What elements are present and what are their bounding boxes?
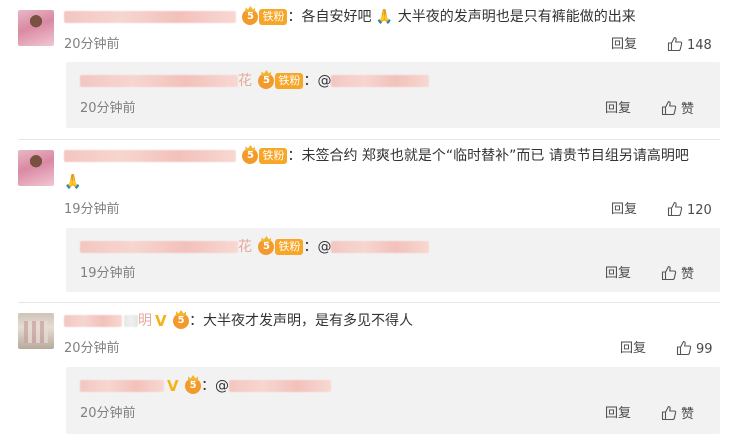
reply-text-line: 花 铁粉：@ (80, 237, 430, 257)
comment-time: 20分钟前 (64, 37, 120, 52)
crown-badge-icon (258, 239, 275, 255)
reply-text: ：@ (201, 378, 230, 394)
crown-badge-icon (185, 378, 202, 394)
comment-emoji-line: 🙏 (64, 172, 81, 192)
comment-text-line: 明V ：大半夜才发声明，是有多见不得人 (64, 311, 413, 331)
comment-text: ：未签合约 郑爽也就是个“临时替补”而已 请贵节目组另请高明吧 (287, 148, 689, 164)
reply-time: 20分钟前 (80, 101, 136, 116)
praying-hands-emoji: 🙏 (375, 9, 394, 25)
reply-time: 20分钟前 (80, 406, 136, 421)
like-button[interactable]: 赞 (661, 265, 694, 284)
reply-username-tail: 花 (238, 239, 252, 255)
crown-badge-icon (242, 9, 259, 25)
username-blurred[interactable] (64, 11, 236, 23)
fan-badge: 铁粉 (275, 73, 304, 89)
fan-badge: 铁粉 (275, 239, 304, 255)
crown-badge-icon (258, 73, 275, 89)
crown-badge-icon (242, 148, 259, 164)
verified-v-icon: V (167, 377, 179, 395)
like-count: 148 (687, 38, 712, 53)
username-tail: 明 (138, 313, 152, 329)
reply-username-blurred[interactable] (80, 75, 238, 87)
like-button[interactable]: 99 (676, 340, 713, 359)
reply-text: ：@ (303, 239, 332, 255)
comment-text-line: 铁粉：未签合约 郑爽也就是个“临时替补”而已 请贵节目组另请高明吧 (64, 146, 689, 166)
mention-blurred[interactable] (229, 380, 332, 392)
comment-time: 20分钟前 (64, 341, 120, 356)
reply-button[interactable]: 回复 (605, 100, 631, 118)
comment-text-continued: 大半夜的发声明也是只有裤能做的出来 (393, 9, 636, 25)
comment-item: 明V ：大半夜才发声明，是有多见不得人 20分钟前 回复 99 V ：@ 20分… (0, 303, 731, 444)
comment-text: ：大半夜才发声明，是有多见不得人 (189, 313, 414, 329)
username-blurred[interactable] (64, 315, 122, 327)
like-button[interactable]: 120 (667, 201, 712, 220)
reply-text-line: V ：@ (80, 376, 332, 396)
reply-text-line: 花 铁粉：@ (80, 71, 430, 91)
praying-hands-emoji: 🙏 (64, 174, 82, 190)
avatar[interactable] (18, 313, 54, 349)
fan-badge: 铁粉 (259, 9, 288, 25)
comment-item: 铁粉：各自安好吧 🙏 大半夜的发声明也是只有裤能做的出来 20分钟前 回复 14… (0, 0, 731, 130)
like-label: 赞 (681, 102, 695, 117)
verified-v-icon: V (155, 312, 167, 330)
like-button[interactable]: 赞 (661, 100, 694, 119)
reply-box: 花 铁粉：@ 19分钟前 回复 赞 (66, 228, 720, 292)
reply-box: 花 铁粉：@ 20分钟前 回复 赞 (66, 62, 720, 128)
reply-button[interactable]: 回复 (620, 340, 646, 358)
like-button[interactable]: 赞 (661, 405, 694, 424)
thumbs-up-icon (676, 340, 692, 356)
avatar[interactable] (18, 10, 54, 46)
like-button[interactable]: 148 (667, 36, 712, 55)
comment-time: 19分钟前 (64, 202, 120, 217)
reply-button[interactable]: 回复 (605, 405, 631, 423)
reply-button[interactable]: 回复 (611, 201, 637, 219)
reply-button[interactable]: 回复 (611, 36, 637, 54)
thumbs-up-icon (661, 100, 677, 116)
thumbs-up-icon (667, 36, 683, 52)
like-count: 120 (687, 203, 712, 218)
reply-time: 19分钟前 (80, 266, 136, 281)
crown-badge-icon (173, 313, 190, 329)
fan-badge: 铁粉 (259, 148, 288, 164)
comment-item: 铁粉：未签合约 郑爽也就是个“临时替补”而已 请贵节目组另请高明吧 🙏 19分钟… (0, 140, 731, 300)
avatar[interactable] (18, 150, 54, 186)
mention-blurred[interactable] (331, 75, 430, 87)
reply-button[interactable]: 回复 (605, 265, 631, 283)
like-count: 99 (696, 342, 713, 357)
thumbs-up-icon (661, 405, 677, 421)
reply-box: V ：@ 20分钟前 回复 赞 (66, 367, 720, 434)
like-label: 赞 (681, 267, 695, 282)
comment-text: ：各自安好吧 (287, 9, 372, 25)
thumbs-up-icon (667, 201, 683, 217)
reply-username-blurred[interactable] (80, 241, 238, 253)
comment-text-line: 铁粉：各自安好吧 🙏 大半夜的发声明也是只有裤能做的出来 (64, 7, 636, 27)
reply-text: ：@ (303, 73, 332, 89)
reply-username-blurred[interactable] (80, 380, 164, 392)
reply-username-tail: 花 (238, 73, 252, 89)
mention-blurred[interactable] (331, 241, 430, 253)
thumbs-up-icon (661, 265, 677, 281)
username-blurred[interactable] (64, 150, 236, 162)
like-label: 赞 (681, 407, 695, 422)
username-blurred[interactable] (124, 315, 138, 327)
